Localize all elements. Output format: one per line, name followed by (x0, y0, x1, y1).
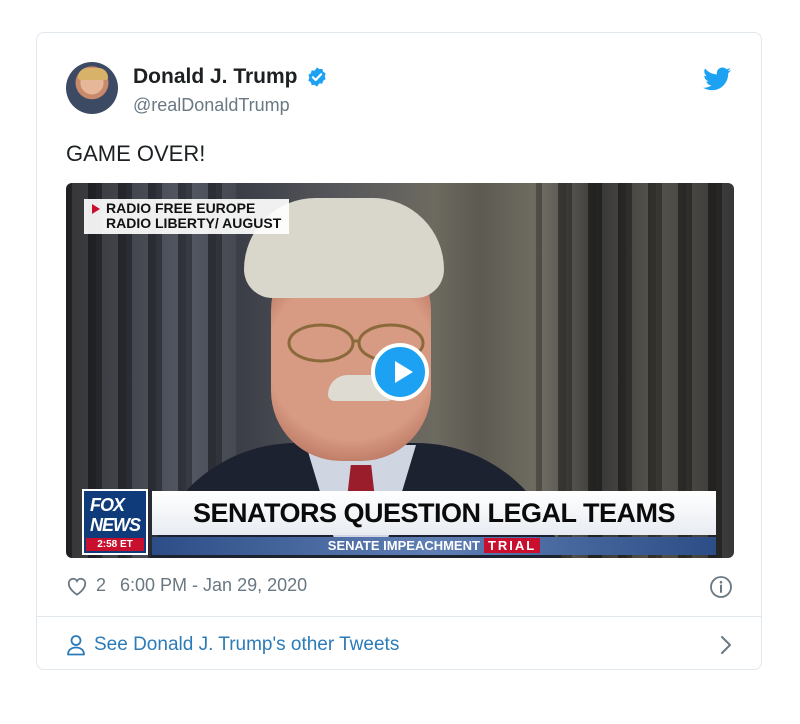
source-marker-icon (92, 204, 100, 214)
network-time: 2:58 ET (86, 538, 144, 551)
tweet-meta: 2 6:00 PM - Jan 29, 2020 (66, 575, 307, 596)
user-icon (67, 635, 85, 656)
network-logo-line1: FOX (90, 495, 125, 515)
chyron-headline: SENATORS QUESTION LEGAL TEAMS (152, 491, 716, 535)
tweet-card: Donald J. Trump @realDonaldTrump GAME OV… (36, 32, 762, 670)
video-player[interactable]: RADIO FREE EUROPE RADIO LIBERTY/ AUGUST … (66, 183, 734, 558)
chyron-subheadline: SENATE IMPEACHMENT TRIAL (152, 537, 716, 555)
author-name-row[interactable]: Donald J. Trump (133, 65, 328, 89)
source-line2: RADIO LIBERTY/ AUGUST (106, 215, 282, 231)
source-line1: RADIO FREE EUROPE (106, 200, 256, 216)
avatar-hair (78, 68, 108, 80)
like-count[interactable]: 2 (96, 575, 106, 596)
tweet-text: GAME OVER! (66, 141, 206, 166)
play-icon[interactable] (371, 343, 429, 401)
avatar[interactable] (66, 62, 118, 114)
tweet-timestamp[interactable]: 6:00 PM - Jan 29, 2020 (120, 575, 307, 596)
network-logo: FOX NEWS 2:58 ET (82, 489, 148, 555)
network-logo-line2: NEWS (90, 515, 141, 535)
chyron-subheadline-text: SENATE IMPEACHMENT (327, 538, 480, 553)
other-tweets-link[interactable]: See Donald J. Trump's other Tweets (66, 633, 732, 657)
footer-divider (37, 616, 761, 617)
verified-badge-icon (307, 67, 326, 87)
author-handle[interactable]: @realDonaldTrump (133, 95, 290, 116)
video-source-label: RADIO FREE EUROPE RADIO LIBERTY/ AUGUST (84, 199, 290, 234)
twitter-bird-icon[interactable] (703, 67, 731, 91)
chyron-subheadline-tag: TRIAL (483, 538, 541, 553)
other-tweets-label[interactable]: See Donald J. Trump's other Tweets (94, 634, 399, 656)
news-chyron: FOX NEWS 2:58 ET SENATORS QUESTION LEGAL… (82, 489, 716, 555)
info-icon[interactable] (709, 575, 733, 599)
author-name[interactable]: Donald J. Trump (133, 65, 298, 89)
heart-icon[interactable] (66, 576, 88, 596)
chevron-right-icon[interactable] (720, 635, 732, 655)
